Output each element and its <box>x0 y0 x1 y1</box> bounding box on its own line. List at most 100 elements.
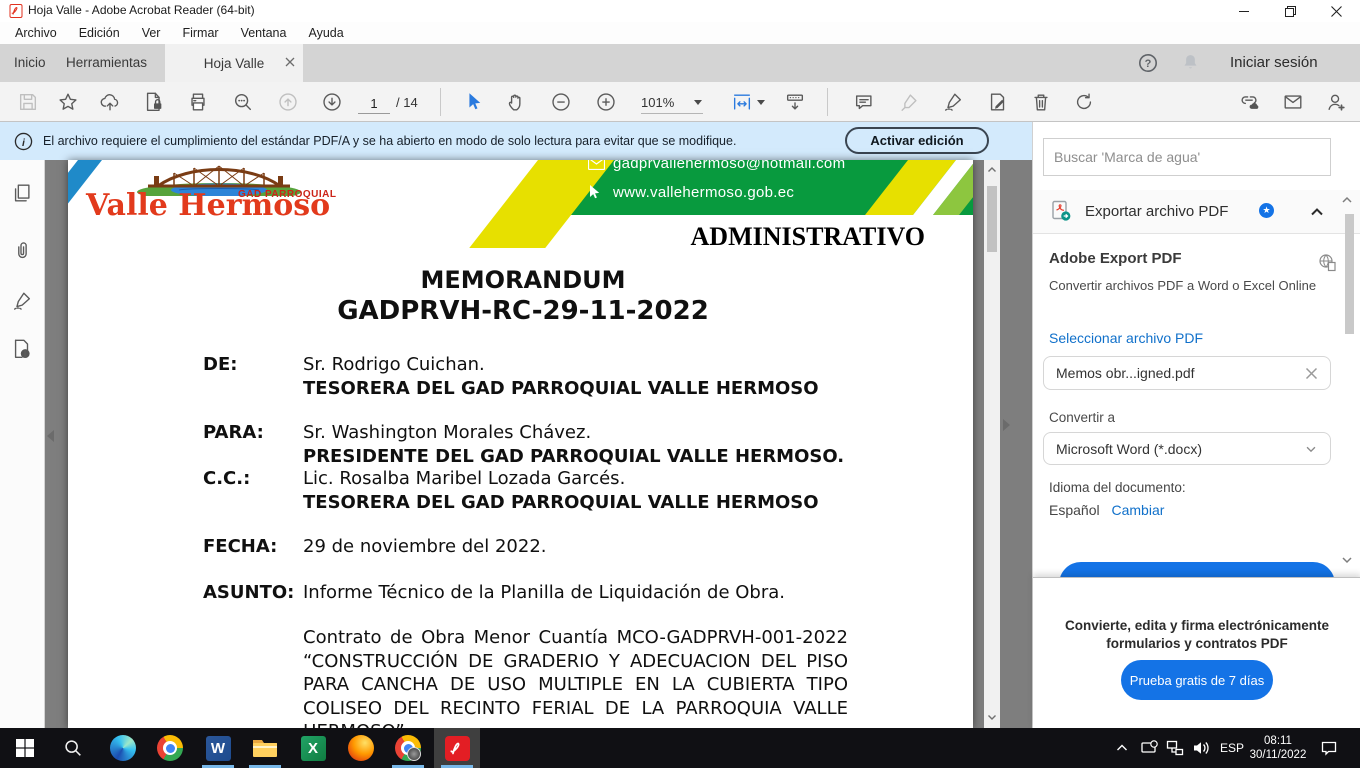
star-favorite-icon[interactable] <box>56 90 80 114</box>
action-center-icon[interactable] <box>1320 739 1338 757</box>
email-icon[interactable] <box>1281 90 1305 114</box>
menu-ver[interactable]: Ver <box>131 26 172 40</box>
format-value: Microsoft Word (*.docx) <box>1056 441 1304 457</box>
tab-inicio[interactable]: Inicio <box>14 55 46 70</box>
info-icon: i <box>14 132 33 151</box>
document-language-label: Idioma del documento: <box>1049 480 1186 495</box>
toolbar-divider <box>827 88 828 116</box>
fit-dropdown-caret[interactable] <box>757 100 765 105</box>
pdf-page: gadprvallehermoso@hotmail.com www.valleh… <box>68 160 973 728</box>
word-icon[interactable]: W <box>195 728 241 768</box>
refresh-icon[interactable] <box>1072 90 1096 114</box>
export-pdf-label: Exportar archivo PDF <box>1085 203 1228 220</box>
cursor-arrow-icon <box>589 184 602 199</box>
share-cloud-upload-icon[interactable] <box>98 90 122 114</box>
share-link-icon[interactable] <box>1237 90 1261 114</box>
clear-file-icon[interactable] <box>1305 367 1318 380</box>
standards-doc-info-icon[interactable]: i <box>11 338 33 360</box>
toolbar-collapse-icon[interactable] <box>783 90 807 114</box>
scrollbar-thumb[interactable] <box>987 186 997 252</box>
fit-width-icon[interactable] <box>730 90 754 114</box>
cc-label: C.C.: <box>203 468 250 489</box>
search-tools-input[interactable] <box>1043 138 1331 176</box>
page-number-input[interactable] <box>358 93 390 114</box>
file-explorer-icon[interactable] <box>242 728 288 768</box>
minimize-button[interactable] <box>1222 0 1266 22</box>
chevron-down-icon <box>1304 442 1318 456</box>
tray-expand-chevron-icon[interactable] <box>1114 740 1130 756</box>
invite-person-icon[interactable] <box>1324 90 1348 114</box>
page-thumbnails-icon[interactable] <box>11 182 33 204</box>
excel-icon[interactable]: X <box>290 728 336 768</box>
restore-button[interactable] <box>1268 0 1312 22</box>
acrobat-taskbar-icon[interactable] <box>434 728 480 768</box>
acrobat-promo-section: Convierte, edita y firma electrónicament… <box>1033 577 1360 729</box>
asunto-value: Informe Técnico de la Planilla de Liquid… <box>303 582 785 603</box>
tab-document[interactable]: Hoja Valle <box>165 44 303 82</box>
network-icon[interactable] <box>1166 739 1184 757</box>
fill-and-sign-icon[interactable] <box>986 90 1010 114</box>
tab-close-icon[interactable] <box>285 57 295 67</box>
next-page-icon[interactable] <box>320 90 344 114</box>
panel-scroll-up-icon[interactable] <box>1341 194 1353 206</box>
free-trial-button[interactable]: Prueba gratis de 7 días <box>1121 660 1273 700</box>
expand-right-panel-arrow[interactable] <box>1003 419 1010 431</box>
edge-icon[interactable] <box>100 728 146 768</box>
file-lock-icon[interactable] <box>142 90 166 114</box>
chrome-profile-icon[interactable] <box>385 728 431 768</box>
menu-ayuda[interactable]: Ayuda <box>297 26 354 40</box>
help-icon[interactable]: ? <box>1138 53 1158 73</box>
save-icon[interactable] <box>16 90 40 114</box>
sign-in-button[interactable]: Iniciar sesión <box>1230 54 1318 71</box>
menu-ventana[interactable]: Ventana <box>230 26 298 40</box>
sign-pen-icon[interactable] <box>941 90 965 114</box>
start-button[interactable] <box>2 728 48 768</box>
panel-scrollbar-thumb[interactable] <box>1345 214 1354 334</box>
clock[interactable]: 08:11 30/11/2022 <box>1246 734 1310 762</box>
signatures-pen-icon[interactable] <box>11 290 33 312</box>
select-tool-icon[interactable] <box>462 90 486 114</box>
print-icon[interactable] <box>186 90 210 114</box>
taskbar-search-icon[interactable] <box>50 728 96 768</box>
tab-document-label: Hoja Valle <box>204 56 265 71</box>
firefox-icon[interactable] <box>338 728 384 768</box>
selected-file-box[interactable]: Memos obr...igned.pdf <box>1043 356 1331 390</box>
select-pdf-link[interactable]: Seleccionar archivo PDF <box>1049 330 1203 346</box>
highlighter-icon[interactable] <box>897 90 921 114</box>
previous-page-icon[interactable] <box>276 90 300 114</box>
letterhead-email: gadprvallehermoso@hotmail.com <box>613 160 845 172</box>
zoom-dropdown-caret[interactable] <box>694 100 702 105</box>
acrobat-window: Hoja Valle - Adobe Acrobat Reader (64-bi… <box>0 0 1360 768</box>
windows-taskbar: W X ESP <box>0 728 1360 768</box>
menu-firmar[interactable]: Firmar <box>171 26 229 40</box>
chrome-icon[interactable] <box>147 728 193 768</box>
export-pdf-tool-row[interactable]: Exportar archivo PDF ★ <box>1033 190 1360 234</box>
delete-pages-icon[interactable] <box>1029 90 1053 114</box>
menu-edicion[interactable]: Edición <box>68 26 131 40</box>
hand-tool-icon[interactable] <box>504 90 528 114</box>
panel-scroll-down-icon[interactable] <box>1341 554 1353 566</box>
language-value: Español <box>1049 502 1100 518</box>
tab-herramientas[interactable]: Herramientas <box>66 55 147 70</box>
collapse-section-chevron-icon[interactable] <box>1309 204 1325 220</box>
menu-archivo[interactable]: Archivo <box>4 26 68 40</box>
change-language-link[interactable]: Cambiar <box>1111 502 1164 518</box>
fecha-value: 29 de noviembre del 2022. <box>303 536 547 557</box>
search-magnifier-icon[interactable] <box>231 90 255 114</box>
activar-edicion-button[interactable]: Activar edición <box>845 127 989 154</box>
scroll-up-icon[interactable] <box>987 165 997 175</box>
department-heading: ADMINISTRATIVO <box>68 222 925 252</box>
format-select[interactable]: Microsoft Word (*.docx) <box>1043 432 1331 465</box>
scroll-down-icon[interactable] <box>987 712 997 722</box>
comment-icon[interactable] <box>852 90 876 114</box>
close-button[interactable] <box>1314 0 1358 22</box>
collapse-left-panel-arrow[interactable] <box>47 430 54 442</box>
volume-icon[interactable] <box>1192 739 1211 757</box>
document-scrollbar[interactable] <box>984 160 1000 728</box>
zoom-in-icon[interactable] <box>594 90 618 114</box>
keyboard-language[interactable]: ESP <box>1220 741 1244 755</box>
attachments-paperclip-icon[interactable] <box>11 240 33 262</box>
notifications-bell-icon[interactable] <box>1180 52 1201 73</box>
wireless-display-icon[interactable] <box>1140 739 1158 757</box>
zoom-out-icon[interactable] <box>549 90 573 114</box>
